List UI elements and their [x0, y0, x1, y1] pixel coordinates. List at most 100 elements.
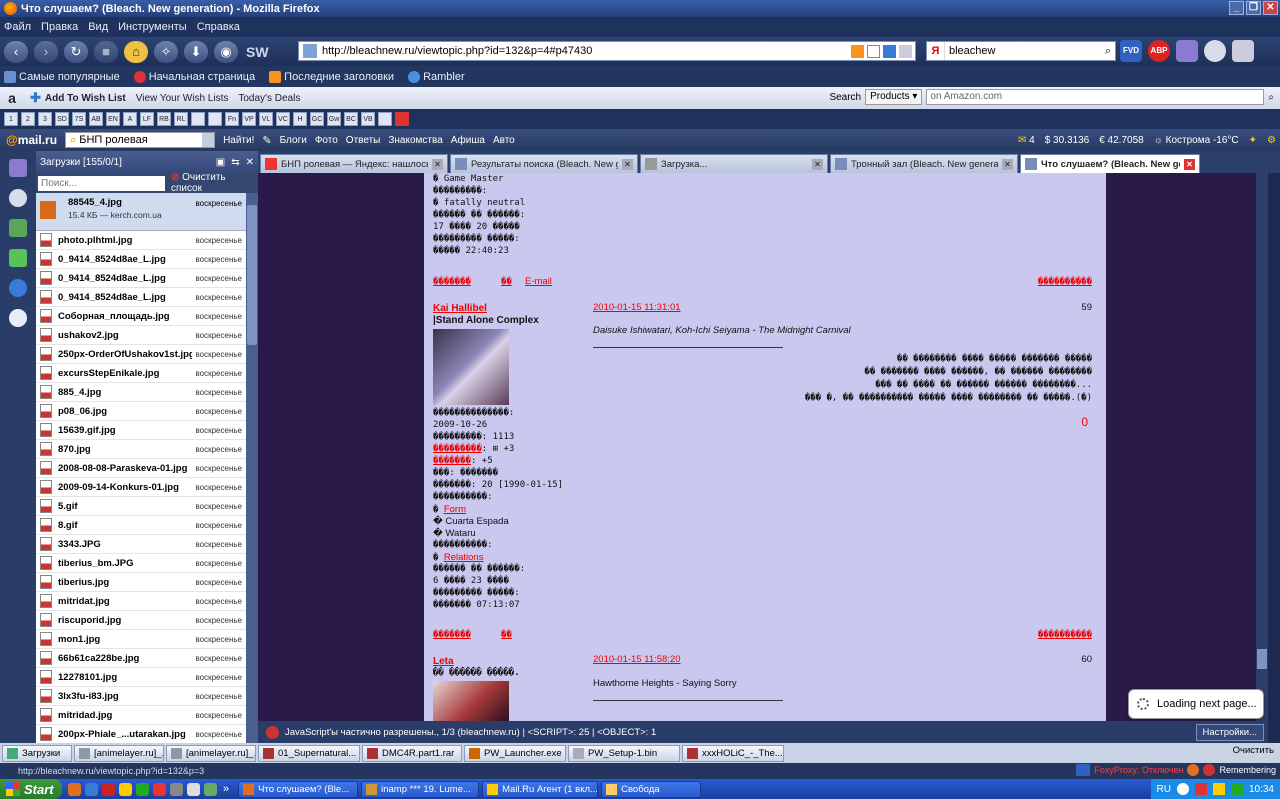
downloads-open-icon[interactable]: ⇆: [231, 157, 239, 168]
downloads-settings-icon[interactable]: ▣: [216, 157, 225, 168]
tab-3[interactable]: Загрузка... ✕: [640, 154, 828, 173]
download-item[interactable]: 66b61ca228be.jpg воскресенье: [36, 649, 246, 668]
downloads-icon[interactable]: [9, 219, 27, 237]
bookmark-rambler[interactable]: Rambler: [408, 70, 465, 83]
tiny-button[interactable]: 2: [21, 112, 35, 126]
post-link[interactable]: ��: [501, 630, 512, 640]
taskbar-item[interactable]: inamp *** 19. Lume...: [361, 780, 480, 798]
download-arrow-icon[interactable]: ⬇: [184, 40, 208, 63]
download-item[interactable]: 2009-09-14-Konkurs-01.jpg воскресенье: [36, 478, 246, 497]
downloads-toggle-button[interactable]: Загрузки: [2, 744, 72, 762]
tiny-button[interactable]: 3: [38, 112, 52, 126]
taskbar-overflow-icon[interactable]: »: [223, 783, 229, 795]
pencil-icon[interactable]: ✎: [262, 134, 271, 147]
tray-icon[interactable]: [1230, 783, 1243, 795]
tiny-button[interactable]: Gw: [327, 112, 341, 126]
download-item[interactable]: 870.jpg воскресенье: [36, 440, 246, 459]
usd-rate[interactable]: $ 30.3136: [1045, 135, 1090, 146]
mailru-link-afisha[interactable]: Афиша: [451, 135, 485, 146]
weather[interactable]: ☼ Кострома -16°C: [1154, 135, 1239, 146]
home-button[interactable]: ⌂: [124, 40, 148, 63]
products-dropdown[interactable]: Products ▾: [865, 89, 923, 105]
download-item[interactable]: mitridad.jpg воскресенье: [36, 706, 246, 725]
post-link[interactable]: ����������: [1038, 630, 1092, 640]
mailru-find-button[interactable]: Найти!: [223, 135, 254, 146]
tiny-button[interactable]: 1: [4, 112, 18, 126]
app-icon[interactable]: [170, 782, 183, 796]
gift-icon[interactable]: ✦: [1249, 135, 1257, 146]
download-statusbar-item[interactable]: DMC4R.part1.rar: [362, 744, 462, 762]
player-icon[interactable]: [136, 782, 149, 796]
tray-icon[interactable]: [1194, 783, 1207, 795]
download-item[interactable]: 885_4.jpg воскресенье: [36, 383, 246, 402]
tiny-button[interactable]: A: [123, 112, 137, 126]
fox-icon[interactable]: [1187, 764, 1200, 776]
mailru-link-photo[interactable]: Фото: [315, 135, 338, 146]
ie-icon[interactable]: [85, 782, 98, 796]
downloads-title[interactable]: Загрузки [155/0/1]: [40, 157, 122, 168]
clock[interactable]: 10:34: [1249, 784, 1274, 795]
app-icon[interactable]: [187, 782, 200, 796]
post-link[interactable]: �������: [433, 630, 471, 640]
download-item[interactable]: p08_06.jpg воскресенье: [36, 402, 246, 421]
relations-link[interactable]: Relations: [444, 552, 484, 563]
rss-icon[interactable]: [851, 44, 864, 58]
tiny-button[interactable]: 7S: [72, 112, 86, 126]
clock-icon[interactable]: [1204, 40, 1226, 62]
search-magnifier-icon[interactable]: ⌕: [1105, 45, 1111, 58]
start-button[interactable]: Start: [0, 779, 62, 799]
adblock-button[interactable]: ABP: [1148, 40, 1170, 62]
download-item[interactable]: 5.gif воскресенье: [36, 497, 246, 516]
downloads-search-input[interactable]: Поиск...: [38, 175, 165, 191]
fvd-button[interactable]: FVD: [1120, 40, 1142, 62]
mailru-search-input[interactable]: ⌕ БНП ролевая: [65, 132, 216, 148]
mail-icon[interactable]: [119, 782, 132, 796]
bookmark-headlines[interactable]: Последние заголовки: [269, 70, 394, 83]
forward-button[interactable]: ›: [34, 40, 58, 63]
eur-rate[interactable]: € 42.7058: [1099, 135, 1144, 146]
tiny-button[interactable]: [378, 112, 392, 126]
noscript-icon[interactable]: [266, 725, 279, 739]
tiny-button[interactable]: RL: [174, 112, 188, 126]
tiny-button[interactable]: LF: [140, 112, 154, 126]
download-item[interactable]: 0_9414_8524d8ae_L.jpg воскресенье: [36, 250, 246, 269]
download-statusbar-item[interactable]: 01_Supernatural...: [258, 744, 360, 762]
fvd-icon[interactable]: [1076, 764, 1091, 776]
restore-button[interactable]: ❐: [1246, 1, 1261, 15]
download-statusbar-item[interactable]: [animelayer.ru]_...: [74, 744, 164, 762]
post-rating[interactable]: 0: [1081, 415, 1088, 429]
reload-button[interactable]: ↻: [64, 40, 88, 63]
info-icon[interactable]: [9, 309, 27, 327]
mailru-link-dating[interactable]: Знакомства: [388, 135, 442, 146]
download-item[interactable]: Соборная_площадь.jpg воскресенье: [36, 307, 246, 326]
post-link[interactable]: ��: [501, 277, 512, 287]
download-item-selected[interactable]: 88545_4.jpg 15.4 КБ — kerch.com.ua воскр…: [36, 193, 246, 231]
page-scrollbar[interactable]: [1256, 173, 1268, 721]
tab-close-icon[interactable]: ✕: [1184, 158, 1195, 170]
noscript-settings-button[interactable]: Настройки...: [1195, 723, 1264, 741]
menu-file[interactable]: Файл: [4, 21, 31, 33]
clear-list-button[interactable]: ⊘ Очистить список: [171, 172, 256, 194]
download-item[interactable]: excursStepEnikale.jpg воскресенье: [36, 364, 246, 383]
reputation-link[interactable]: ���������: [433, 444, 482, 454]
scrollbar-thumb[interactable]: [247, 205, 257, 345]
mailru-link-blogs[interactable]: Блоги: [280, 135, 307, 146]
agent-icon[interactable]: [153, 782, 166, 796]
download-item[interactable]: 0_9414_8524d8ae_L.jpg воскресенье: [36, 288, 246, 307]
download-item[interactable]: 12278101.jpg воскресенье: [36, 668, 246, 687]
search-magnifier-icon[interactable]: ⌕: [1268, 92, 1274, 103]
amazon-logo-icon[interactable]: a: [4, 90, 20, 106]
download-item[interactable]: photo.plhtml.jpg воскресенье: [36, 231, 246, 250]
download-item[interactable]: ushakov2.jpg воскресенье: [36, 326, 246, 345]
download-statusbar-item[interactable]: [animelayer.ru]_...: [166, 744, 256, 762]
tiny-button[interactable]: AB: [89, 112, 103, 126]
minimize-button[interactable]: _: [1229, 1, 1244, 15]
taskbar-item[interactable]: Свобода: [601, 780, 702, 798]
downloads-scrollbar[interactable]: [246, 193, 258, 743]
bookmark-star-icon[interactable]: [867, 44, 880, 58]
menu-edit[interactable]: Правка: [41, 21, 78, 33]
favorites-star-icon[interactable]: [1176, 40, 1198, 62]
stop-button[interactable]: ■: [94, 40, 118, 63]
tab-close-icon[interactable]: ✕: [622, 158, 633, 170]
favorites-star-icon[interactable]: [9, 159, 27, 177]
